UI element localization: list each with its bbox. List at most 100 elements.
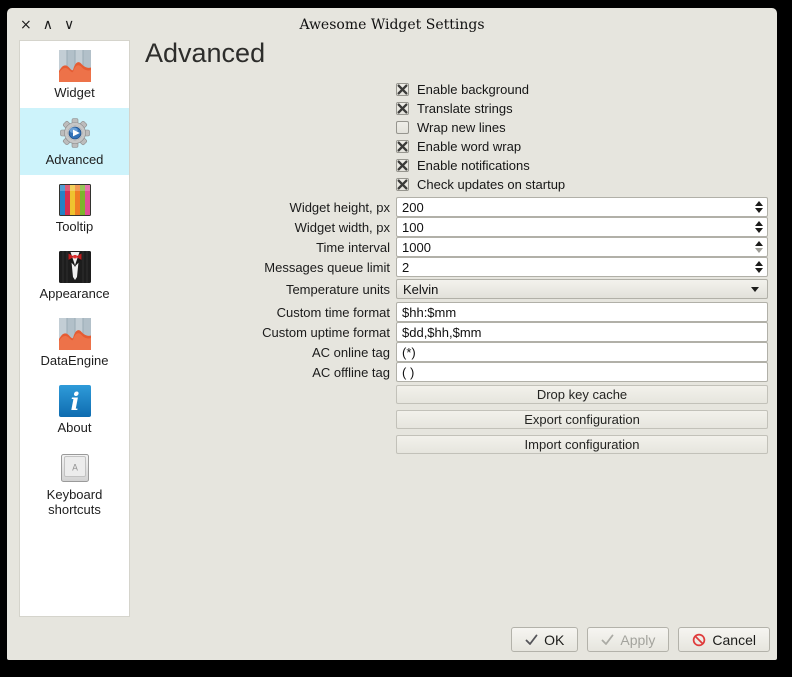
settings-window: × ∧ ∨ Awesome Widget Settings Widget: [7, 8, 777, 660]
dropdown-value: Kelvin: [403, 282, 438, 297]
field-label: Time interval: [145, 240, 396, 255]
field-label: AC offline tag: [145, 365, 396, 380]
x-mark-icon: [397, 179, 408, 190]
sidebar-item-label: Appearance: [22, 286, 127, 301]
form-row: Custom uptime format: [145, 322, 777, 342]
tuxedo-icon: [59, 251, 91, 283]
spin-arrows[interactable]: [755, 237, 763, 257]
ac-offline-tag-input[interactable]: [396, 362, 768, 382]
sidebar-item-about[interactable]: i About: [20, 376, 129, 443]
translate-strings-checkbox[interactable]: [396, 102, 409, 115]
no-entry-icon: [692, 633, 706, 647]
field-label: Temperature units: [145, 282, 396, 297]
page-title: Advanced: [145, 38, 777, 69]
spin-up-icon[interactable]: [755, 241, 763, 246]
form-row: AC online tag: [145, 342, 777, 362]
gear-icon: [59, 117, 91, 149]
import-configuration-button[interactable]: Import configuration: [396, 435, 768, 454]
field-label: Widget width, px: [145, 220, 396, 235]
field-label: Custom uptime format: [145, 325, 396, 340]
spin-down-icon[interactable]: [755, 268, 763, 273]
field-label: Custom time format: [145, 305, 396, 320]
spin-down-icon[interactable]: [755, 248, 763, 253]
export-configuration-button[interactable]: Export configuration: [396, 410, 768, 429]
enable-background-checkbox[interactable]: [396, 83, 409, 96]
checkbox-row: Enable background: [145, 80, 777, 99]
checkbox-label: Enable notifications: [417, 158, 530, 173]
sidebar-item-widget[interactable]: Widget: [20, 41, 129, 108]
check-updates-checkbox[interactable]: [396, 178, 409, 191]
drop-key-cache-button[interactable]: Drop key cache: [396, 385, 768, 404]
x-mark-icon: [397, 160, 408, 171]
sidebar-item-label: DataEngine: [22, 353, 127, 368]
svg-text:i: i: [70, 387, 79, 416]
sidebar-item-appearance[interactable]: Appearance: [20, 242, 129, 309]
cancel-button[interactable]: Cancel: [678, 627, 770, 652]
checkbox-label: Translate strings: [417, 101, 513, 116]
spin-up-icon[interactable]: [755, 261, 763, 266]
spin-arrows[interactable]: [755, 197, 763, 217]
window-title: Awesome Widget Settings: [7, 8, 777, 41]
sidebar-item-tooltip[interactable]: Tooltip: [20, 175, 129, 242]
sidebar-item-dataengine[interactable]: DataEngine: [20, 309, 129, 376]
sidebar-item-label: Keyboard shortcuts: [22, 487, 127, 517]
ac-online-tag-input[interactable]: [396, 342, 768, 362]
field-label: Widget height, px: [145, 200, 396, 215]
x-mark-icon: [397, 84, 408, 95]
custom-uptime-format-input[interactable]: [396, 322, 768, 342]
form-row: Temperature units Kelvin: [145, 279, 777, 299]
spin-down-icon[interactable]: [755, 228, 763, 233]
form-row: Widget width, px: [145, 217, 777, 237]
x-mark-icon: [397, 141, 408, 152]
chevron-down-icon: [751, 287, 759, 292]
time-interval-spinbox[interactable]: [396, 237, 768, 257]
wrap-new-lines-checkbox[interactable]: [396, 121, 409, 134]
messages-queue-limit-spinbox[interactable]: [396, 257, 768, 277]
apply-button[interactable]: Apply: [587, 627, 669, 652]
widget-height-spinbox[interactable]: [396, 197, 768, 217]
checkbox-label: Enable background: [417, 82, 529, 97]
ok-button[interactable]: OK: [511, 627, 578, 652]
custom-time-format-input[interactable]: [396, 302, 768, 322]
check-icon: [601, 634, 614, 646]
checkbox-label: Check updates on startup: [417, 177, 565, 192]
titlebar[interactable]: × ∧ ∨ Awesome Widget Settings: [7, 8, 777, 41]
checkbox-label: Wrap new lines: [417, 120, 506, 135]
checkbox-row: Enable word wrap: [145, 137, 777, 156]
x-mark-icon: [397, 103, 408, 114]
spin-arrows[interactable]: [755, 217, 763, 237]
enable-notifications-checkbox[interactable]: [396, 159, 409, 172]
dialog-button-box: OK Apply Cancel: [511, 627, 770, 652]
checkbox-row: Wrap new lines: [145, 118, 777, 137]
sidebar-item-keyboard-shortcuts[interactable]: A Keyboard shortcuts: [20, 443, 129, 525]
key-icon: A: [59, 452, 91, 484]
form-row: Messages queue limit: [145, 257, 777, 277]
sidebar-item-label: About: [22, 420, 127, 435]
checkbox-row: Enable notifications: [145, 156, 777, 175]
main-panel: Advanced Enable background Tra: [145, 38, 777, 454]
checkbox-label: Enable word wrap: [417, 139, 521, 154]
spin-up-icon[interactable]: [755, 201, 763, 206]
plot-icon: [59, 318, 91, 350]
checkbox-row: Check updates on startup: [145, 175, 777, 194]
settings-form: Enable background Translate strings: [145, 80, 777, 454]
spin-arrows[interactable]: [755, 257, 763, 277]
sidebar-item-label: Advanced: [22, 152, 127, 167]
field-label: AC online tag: [145, 345, 396, 360]
enable-word-wrap-checkbox[interactable]: [396, 140, 409, 153]
field-label: Messages queue limit: [145, 260, 396, 275]
plot-icon: [59, 50, 91, 82]
colors-icon: [59, 184, 91, 216]
sidebar: Widget Advanced: [19, 40, 130, 617]
info-icon: i: [59, 385, 91, 417]
form-row: Widget height, px: [145, 197, 777, 217]
widget-width-spinbox[interactable]: [396, 217, 768, 237]
spin-down-icon[interactable]: [755, 208, 763, 213]
screen: × ∧ ∨ Awesome Widget Settings Widget: [0, 0, 792, 677]
spin-up-icon[interactable]: [755, 221, 763, 226]
temperature-units-dropdown[interactable]: Kelvin: [396, 279, 768, 299]
sidebar-item-advanced[interactable]: Advanced: [20, 108, 129, 175]
form-row: Custom time format: [145, 302, 777, 322]
sidebar-item-label: Tooltip: [22, 219, 127, 234]
checkbox-row: Translate strings: [145, 99, 777, 118]
